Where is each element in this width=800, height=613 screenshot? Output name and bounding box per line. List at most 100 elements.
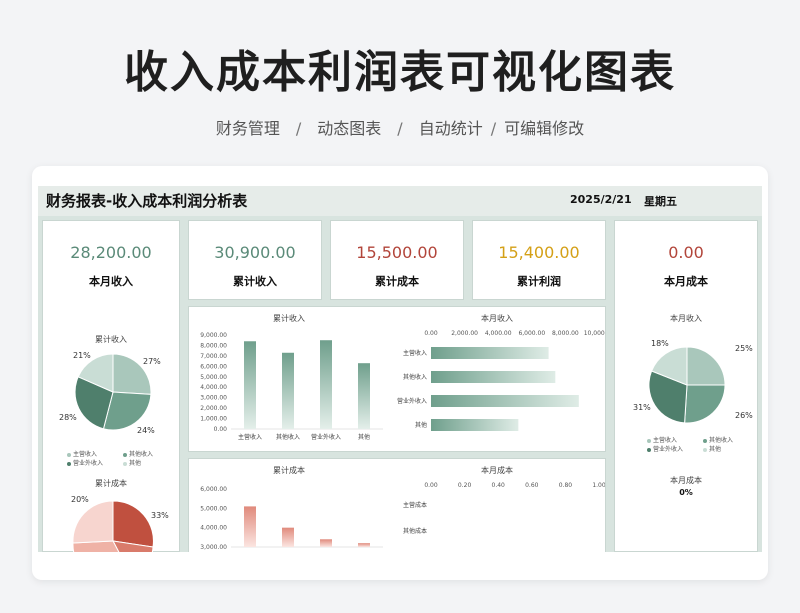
pie-pct: 33% (151, 511, 169, 520)
left-income-pie-title: 累计收入 (95, 335, 127, 344)
bar (244, 341, 256, 429)
y-tick-label: 9,000.00 (200, 332, 227, 339)
y-tick-label: 0.00 (214, 426, 228, 433)
y-tick-label: 4,000.00 (200, 525, 227, 532)
kpi-month-cost-label: 本月成本 (664, 275, 708, 288)
report-weekday: 星期五 (644, 195, 677, 208)
right-income-pie-title: 本月收入 (670, 314, 702, 323)
y-tick-label: 2,000.00 (200, 405, 227, 412)
left-pie-legend: 主营收入 其他收入营业外收入 其他 (67, 449, 179, 467)
report-date: 2025/2/21 (570, 193, 632, 206)
cost-bar-chart: 累计成本 6,000.00 5,000.00 4,000.00 3,000.00 (200, 465, 383, 551)
pie-slice (686, 346, 726, 386)
pie-slice (112, 500, 154, 548)
y-tick-label: 3,000.00 (200, 544, 227, 551)
x-tick-label: 0.60 (525, 482, 539, 489)
kpi-total-cost-label: 累计成本 (375, 275, 419, 288)
legend-item: 其他收入 (123, 449, 179, 458)
kpi-month-cost-value: 0.00 (668, 243, 704, 262)
tag-separator: / (295, 119, 302, 138)
pie-slice (684, 384, 726, 424)
pie-pct: 28% (59, 413, 77, 422)
bar (431, 419, 519, 431)
left-income-pie (74, 353, 152, 431)
y-tick-label: 主营收入 (403, 349, 427, 357)
right-income-pie (648, 346, 726, 424)
bar (431, 371, 556, 383)
right-cost-pie-title: 本月成本 (670, 476, 702, 485)
tag-line: 财务管理 / 动态图表 / 自动统计 / 可编辑修改 (0, 115, 800, 139)
tag-separator: / (490, 119, 497, 138)
income-charts-panel: 累计收入 9,000.00 8,000.00 7,000.00 6,000.00 5,00… (188, 306, 606, 452)
y-tick-label: 其他收入 (403, 373, 427, 381)
x-tick-label: 8,000.00 (552, 330, 579, 337)
bar (358, 363, 370, 429)
page-title: 收入成本利润表可视化图表 (124, 47, 676, 98)
kpi-month-income-value: 28,200.00 (70, 243, 152, 262)
chart-title: 本月收入 (481, 313, 513, 323)
pie-pct: 21% (73, 351, 91, 360)
report-header: 财务报表-收入成本利润分析表 2025/2/21 星期五 (38, 186, 762, 216)
pie-pct: 24% (137, 426, 155, 435)
x-tick-label: 2,000.00 (451, 330, 478, 337)
pie-slice (72, 500, 114, 544)
x-tick-label: 0.00 (424, 330, 438, 337)
pie-pct: 26% (735, 411, 753, 420)
kpi-total-income-label: 累计收入 (233, 275, 277, 288)
report-title: 财务报表-收入成本利润分析表 (46, 192, 248, 210)
x-tick-label: 其他收入 (276, 433, 300, 441)
legend-item: 其他 (703, 444, 759, 453)
y-tick-label: 6,000.00 (200, 486, 227, 493)
kpi-total-profit: 15,400.00 累计利润 (472, 220, 606, 300)
y-tick-label: 3,000.00 (200, 395, 227, 402)
x-tick-label: 1.00 (592, 482, 605, 489)
x-tick-label: 6,000.00 (518, 330, 545, 337)
pie-pct: 20% (71, 495, 89, 504)
right-cost-pct: 0% (679, 488, 693, 497)
tag-separator: / (397, 119, 403, 138)
x-tick-label: 其他 (358, 433, 370, 441)
chart-title: 累计收入 (273, 313, 305, 323)
bar (282, 527, 294, 547)
spreadsheet-view[interactable]: 财务报表-收入成本利润分析表 2025/2/21 星期五 28,200.00 本… (38, 186, 762, 552)
x-tick-label: 营业外收入 (311, 433, 341, 441)
y-tick-label: 7,000.00 (200, 353, 227, 360)
bar (358, 543, 370, 547)
kpi-total-cost: 15,500.00 累计成本 (330, 220, 464, 300)
chart-title: 本月成本 (481, 465, 513, 475)
x-tick-label: 0.40 (492, 482, 506, 489)
tag-auto: 自动统计 (418, 119, 483, 138)
tag-finance: 财务管理 (215, 119, 280, 138)
pie-pct: 25% (735, 344, 753, 353)
kpi-total-cost-value: 15,500.00 (356, 243, 438, 262)
y-tick-label: 营业外收入 (397, 397, 427, 405)
cost-charts-panel: 累计成本 6,000.00 5,000.00 4,000.00 3,000.00 本月成… (188, 458, 606, 552)
y-tick-label: 1,000.00 (200, 416, 227, 423)
y-tick-label: 其他 (415, 421, 427, 429)
kpi-total-profit-label: 累计利润 (517, 275, 561, 288)
x-tick-label: 0.20 (458, 482, 472, 489)
tag-dynamic: 动态图表 (317, 119, 382, 138)
y-tick-label: 8,000.00 (200, 342, 227, 349)
pie-pct: 27% (143, 357, 161, 366)
y-tick-label: 4,000.00 (200, 384, 227, 391)
y-tick-label: 6,000.00 (200, 363, 227, 370)
legend-item: 主营收入 (67, 449, 123, 458)
left-cost-pie (72, 500, 154, 552)
x-tick-label: 0.00 (424, 482, 438, 489)
chart-title: 累计成本 (273, 465, 305, 475)
bar (431, 347, 549, 359)
pie-pct: 31% (633, 403, 651, 412)
tag-editable: 可编辑修改 (504, 119, 585, 138)
bar (431, 395, 579, 407)
bar (320, 340, 332, 429)
y-tick-label: 5,000.00 (200, 505, 227, 512)
kpi-total-profit-value: 15,400.00 (498, 243, 580, 262)
y-tick-label: 主营成本 (403, 501, 427, 509)
pie-pct: 18% (651, 339, 669, 348)
kpi-month-income-label: 本月收入 (89, 275, 133, 288)
preview-card: 财务报表-收入成本利润分析表 2025/2/21 星期五 28,200.00 本… (32, 166, 768, 580)
bar (244, 506, 256, 547)
x-tick-label: 4,000.00 (485, 330, 512, 337)
legend-item: 营业外收入 (647, 444, 703, 453)
